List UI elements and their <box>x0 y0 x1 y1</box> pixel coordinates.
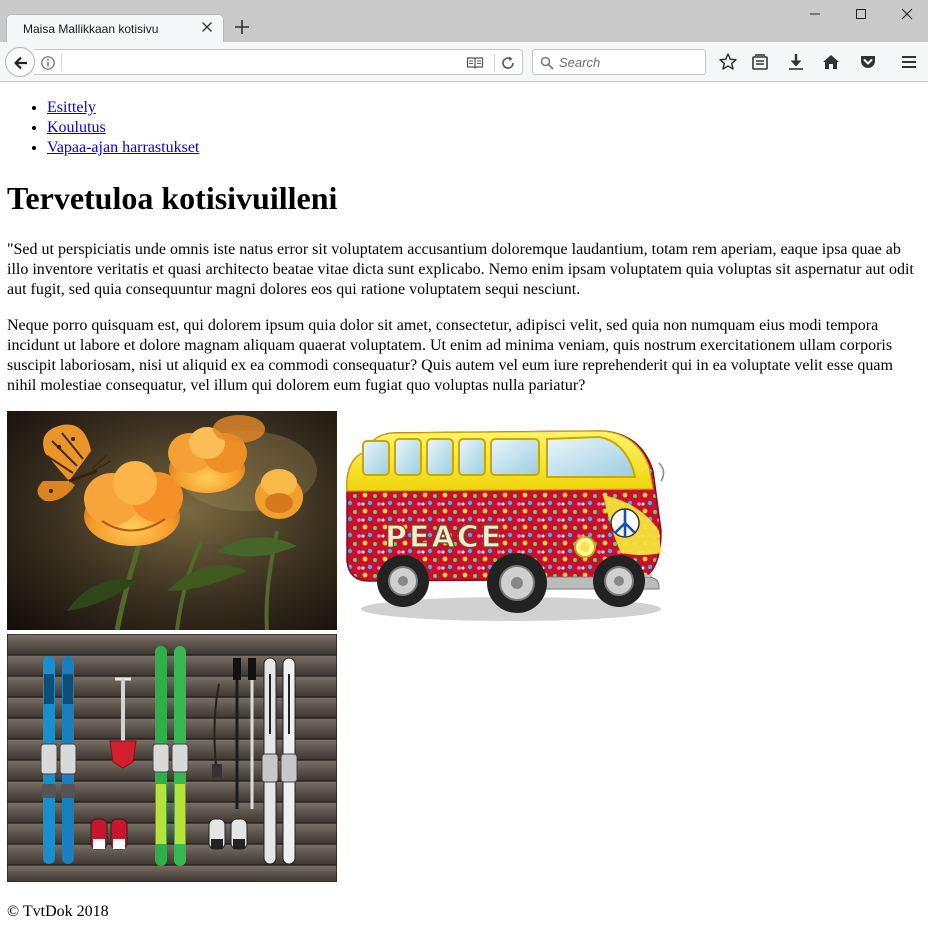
search-input[interactable] <box>557 53 697 71</box>
back-arrow-icon <box>14 56 27 70</box>
reload-icon[interactable] <box>500 55 516 75</box>
page-nav: Esittely Koulutus Vapaa-ajan harrastukse… <box>8 98 199 158</box>
skis-equipment-image <box>7 634 337 882</box>
nav-link-koulutus[interactable]: Koulutus <box>47 119 106 136</box>
close-window-icon <box>901 8 913 20</box>
footer-copyright: © TvtDok 2018 <box>7 903 109 920</box>
home-icon[interactable] <box>821 52 841 72</box>
nav-link-esittely[interactable]: Esittely <box>47 99 96 116</box>
minimize-icon <box>810 13 820 15</box>
tab-close-icon[interactable] <box>199 19 215 35</box>
nav-item: Esittely <box>47 98 199 118</box>
paragraph-1: "Sed ut perspiciatis unde omnis iste nat… <box>7 241 914 298</box>
library-icon[interactable] <box>750 52 770 72</box>
minimize-button[interactable] <box>792 0 838 28</box>
nav-item: Vapaa-ajan harrastukset <box>47 138 199 158</box>
bookmark-star-icon[interactable] <box>718 52 738 72</box>
tab-active[interactable]: Maisa Mallikkaan kotisivu <box>6 14 224 43</box>
title-bar: Maisa Mallikkaan kotisivu <box>0 0 928 43</box>
nav-item: Koulutus <box>47 118 199 138</box>
info-icon[interactable] <box>40 55 56 75</box>
maximize-button[interactable] <box>838 0 884 28</box>
reader-view-icon[interactable] <box>466 55 484 75</box>
url-divider <box>494 54 495 71</box>
address-bar[interactable] <box>34 49 523 75</box>
paragraph-2: Neque porro quisquam est, qui dolorem ip… <box>7 317 893 394</box>
page-title: Tervetuloa kotisivuilleni <box>7 180 338 216</box>
search-bar[interactable] <box>532 49 706 75</box>
tab-title: Maisa Mallikkaan kotisivu <box>23 22 159 36</box>
back-button[interactable] <box>5 47 35 77</box>
hamburger-menu-icon[interactable] <box>899 52 919 72</box>
url-divider <box>61 54 62 71</box>
hippie-van-image: PEACE LOVE <box>341 411 671 630</box>
nav-link-harrastukset[interactable]: Vapaa-ajan harrastukset <box>47 139 199 156</box>
flowers-butterfly-image <box>7 411 337 630</box>
close-window-button[interactable] <box>884 0 928 28</box>
new-tab-icon[interactable] <box>232 17 252 37</box>
van-peace-lettering: PEACE <box>385 520 503 555</box>
pocket-icon[interactable] <box>858 52 878 72</box>
search-icon <box>540 55 554 74</box>
download-icon[interactable] <box>786 52 806 72</box>
nav-toolbar <box>0 42 928 82</box>
maximize-icon <box>856 9 866 19</box>
